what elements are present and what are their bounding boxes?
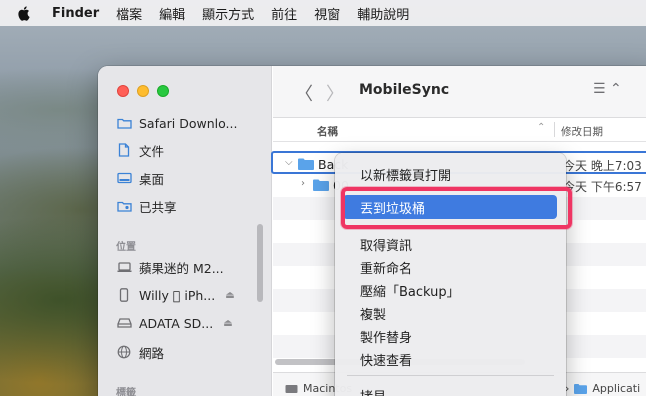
sidebar-item-network[interactable]: 網路 <box>116 342 164 362</box>
menu-separator <box>347 375 554 376</box>
list-view-icon[interactable]: ☰ ⌃ <box>593 81 622 97</box>
iphone-icon <box>116 288 132 302</box>
sidebar-item-adata[interactable]: ADATA SD... ⏏ <box>116 313 233 333</box>
column-date-modified[interactable]: 修改日期 <box>561 124 603 139</box>
sidebar-item-iphone[interactable]: Willy  iPh... ⏏ <box>116 285 235 305</box>
folder-icon <box>574 383 588 394</box>
apple-menu-icon[interactable] <box>16 5 30 21</box>
column-divider[interactable] <box>554 122 555 137</box>
file-date: 今天 下午6:57 <box>563 180 642 194</box>
network-icon <box>116 345 132 359</box>
menu-help[interactable]: 輔助說明 <box>357 4 409 23</box>
path-segment-label: Applicati <box>592 382 641 395</box>
window-title: MobileSync <box>359 82 450 98</box>
laptop-icon <box>116 260 132 274</box>
sidebar-heading-tags: 標籤 <box>116 388 136 396</box>
menu-item-quick-look[interactable]: 快速查看 <box>360 350 412 369</box>
disclosure-collapsed-icon[interactable]: › <box>301 178 305 189</box>
menu-item-compress[interactable]: 壓縮「Backup」 <box>360 281 460 300</box>
sidebar-item-desktop[interactable]: 桌面 <box>116 168 164 188</box>
menu-item-copy[interactable]: 拷貝 <box>360 386 386 396</box>
menu-item-duplicate[interactable]: 複製 <box>360 304 386 323</box>
sidebar-item-label: 蘋果迷的 M2... <box>139 260 224 276</box>
file-date: 今天 晚上7:03 <box>563 159 642 173</box>
sidebar-item-label: 文件 <box>139 143 165 159</box>
menu-bar: Finder 檔案 編輯 顯示方式 前往 視窗 輔助說明 <box>0 0 646 26</box>
sidebar-item-label: Safari Downlo... <box>139 115 238 131</box>
close-button[interactable] <box>117 85 129 97</box>
disclosure-expanded-icon[interactable]: ⌵ <box>285 157 293 168</box>
menu-go[interactable]: 前往 <box>271 4 297 23</box>
toolbar: 〈 〉 MobileSync ☰ ⌃ <box>273 66 646 118</box>
folder-icon <box>116 116 132 130</box>
folder-icon <box>298 158 314 170</box>
sidebar-item-label: Willy  iPh... <box>139 287 215 303</box>
sidebar-item-label: 網路 <box>139 345 165 361</box>
path-segment-end[interactable]: › Applicati <box>565 382 640 395</box>
sidebar: Safari Downlo... 文件 桌面 已共享 位置 蘋果迷的 M2...… <box>98 66 272 396</box>
hard-drive-icon <box>285 384 298 393</box>
sidebar-item-shared[interactable]: 已共享 <box>116 196 177 216</box>
sidebar-item-mac[interactable]: 蘋果迷的 M2... <box>116 257 224 277</box>
eject-icon[interactable]: ⏏ <box>223 318 232 329</box>
window-controls <box>117 85 177 97</box>
sidebar-item-label: ADATA SD... <box>139 315 214 331</box>
external-drive-icon <box>116 316 132 330</box>
menu-item-get-info[interactable]: 取得資訊 <box>360 235 412 254</box>
column-header: 名稱 ⌃ 修改日期 <box>273 118 646 142</box>
menu-file[interactable]: 檔案 <box>116 4 142 23</box>
annotation-highlight-ring <box>341 187 572 229</box>
eject-icon[interactable]: ⏏ <box>225 290 234 301</box>
document-icon <box>116 143 132 157</box>
menu-item-open-in-new-tab[interactable]: 以新標籤頁打開 <box>360 165 451 184</box>
sort-ascending-icon[interactable]: ⌃ <box>537 122 545 133</box>
minimize-button[interactable] <box>137 85 149 97</box>
folder-icon <box>313 179 329 191</box>
menu-item-rename[interactable]: 重新命名 <box>360 258 412 277</box>
shared-folder-icon <box>116 199 132 213</box>
back-icon[interactable]: 〈 <box>295 80 313 106</box>
zoom-button[interactable] <box>157 85 169 97</box>
sidebar-item-safari-downloads[interactable]: Safari Downlo... <box>116 113 237 133</box>
column-name[interactable]: 名稱 <box>317 124 338 139</box>
forward-icon[interactable]: 〉 <box>326 80 344 106</box>
menu-item-make-alias[interactable]: 製作替身 <box>360 327 412 346</box>
sidebar-item-label: 桌面 <box>139 171 165 187</box>
desktop-icon <box>116 171 132 185</box>
menu-window[interactable]: 視窗 <box>314 4 340 23</box>
menu-view[interactable]: 顯示方式 <box>202 4 254 23</box>
sidebar-heading-locations: 位置 <box>116 242 136 253</box>
menu-finder[interactable]: Finder <box>52 6 99 21</box>
sidebar-item-documents[interactable]: 文件 <box>116 140 164 160</box>
sidebar-item-label: 已共享 <box>139 199 177 215</box>
menu-edit[interactable]: 編輯 <box>159 4 185 23</box>
sidebar-scrollbar[interactable] <box>257 224 263 302</box>
